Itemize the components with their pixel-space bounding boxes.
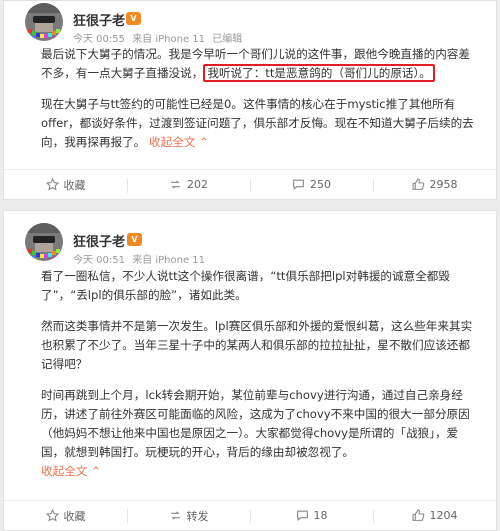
favorite-button[interactable]: 收藏: [4, 508, 127, 524]
chevron-up-icon: ⌃: [91, 464, 101, 478]
post-paragraph: 然而这类事情并不是第一次发生。lpl赛区俱乐部和外援的爱恨纠葛，这么些年来其实也…: [41, 319, 473, 371]
weibo-post-card: 狂很子老 V 今天 00:55 来自 iPhone 11 已编辑 最后说下大舅子…: [3, 0, 497, 200]
post-header: 狂很子老 V 今天 00:55 来自 iPhone 11 已编辑: [4, 1, 496, 45]
collapse-full-text-link[interactable]: 收起全文 ⌃: [145, 135, 209, 149]
repost-button[interactable]: 转发: [127, 508, 250, 524]
comment-button[interactable]: 18: [250, 509, 373, 524]
post-action-bar: 收藏 转发 18 1204: [4, 500, 496, 530]
post-paragraph: 现在大舅子与tt签约的可能性已经是0。这件事情的核心在于mystic推了其他所有…: [41, 95, 481, 152]
user-avatar[interactable]: [25, 3, 63, 41]
post-header: 狂很子老 V 今天 00:51 来自 iPhone 11: [4, 211, 496, 266]
like-button[interactable]: 2958: [373, 178, 496, 193]
collapse-label: 收起全文: [149, 135, 196, 149]
comment-count: 250: [310, 178, 331, 191]
post-text: 现在大舅子与tt签约的可能性已经是0。这件事情的核心在于mystic推了其他所有…: [41, 97, 474, 149]
star-icon: [45, 509, 59, 522]
post-meta: 今天 00:55 来自 iPhone 11 已编辑: [73, 30, 246, 45]
edited-label[interactable]: 已编辑: [212, 34, 242, 45]
repost-icon: [170, 511, 180, 520]
thumbs-up-icon: [412, 178, 424, 190]
chevron-up-icon: ⌃: [199, 135, 209, 149]
like-count: 1204: [429, 509, 458, 522]
post-time[interactable]: 今天 00:51: [73, 255, 125, 266]
comment-count: 18: [313, 509, 328, 522]
post-source: 来自 iPhone 11: [132, 34, 206, 45]
repost-count: 202: [187, 178, 208, 191]
highlighted-quote: 我听说了：tt是恶意鸽的（哥们儿的原话）。: [203, 64, 435, 82]
post-source: 来自 iPhone 11: [132, 255, 206, 266]
user-name[interactable]: 狂很子老: [73, 10, 125, 29]
comment-icon: [296, 510, 308, 521]
verified-badge-icon: V: [127, 233, 142, 246]
post-paragraph: 最后说下大舅子的情况。我是今早听一个哥们儿说的这件事，跟他今晚直播的内容差不多，…: [41, 45, 481, 83]
like-count: 2958: [429, 178, 458, 191]
collapse-full-text-link[interactable]: 收起全文 ⌃: [41, 464, 101, 478]
post-meta: 今天 00:51 来自 iPhone 11: [73, 251, 209, 266]
repost-label: 转发: [186, 509, 209, 523]
post-paragraph: 时间再跳到上个月，lck转会期开始，某位前辈与chovy进行沟通，通过自己亲身经…: [41, 388, 470, 459]
like-button[interactable]: 1204: [373, 509, 496, 524]
favorite-label: 收藏: [63, 509, 86, 523]
repost-icon: [171, 180, 180, 189]
repost-button[interactable]: 202: [127, 178, 250, 193]
user-avatar[interactable]: [25, 223, 63, 261]
collapse-label: 收起全文: [41, 464, 88, 478]
post-body: 看了一圈私信，不少人说tt这个操作很离谱，“tt俱乐部把lpl对韩援的诚意全都毁…: [41, 267, 481, 493]
comment-button[interactable]: 250: [250, 178, 373, 193]
post-body: 最后说下大舅子的情况。我是今早听一个哥们儿说的这件事，跟他今晚直播的内容差不多，…: [41, 45, 481, 164]
verified-badge-icon: V: [126, 12, 141, 25]
user-name[interactable]: 狂很子老: [73, 231, 125, 250]
post-time[interactable]: 今天 00:55: [73, 34, 125, 45]
post-action-bar: 收藏 202 250 2958: [4, 169, 496, 199]
weibo-post-card: 狂很子老 V 今天 00:51 来自 iPhone 11 看了一圈私信，不少人说…: [3, 210, 497, 531]
comment-icon: [293, 179, 304, 190]
post-paragraph: 看了一圈私信，不少人说tt这个操作很离谱，“tt俱乐部把lpl对韩援的诚意全都毁…: [41, 269, 450, 302]
favorite-button[interactable]: 收藏: [4, 177, 127, 193]
star-icon: [45, 178, 59, 191]
favorite-label: 收藏: [63, 178, 86, 192]
thumbs-up-icon: [412, 509, 424, 521]
